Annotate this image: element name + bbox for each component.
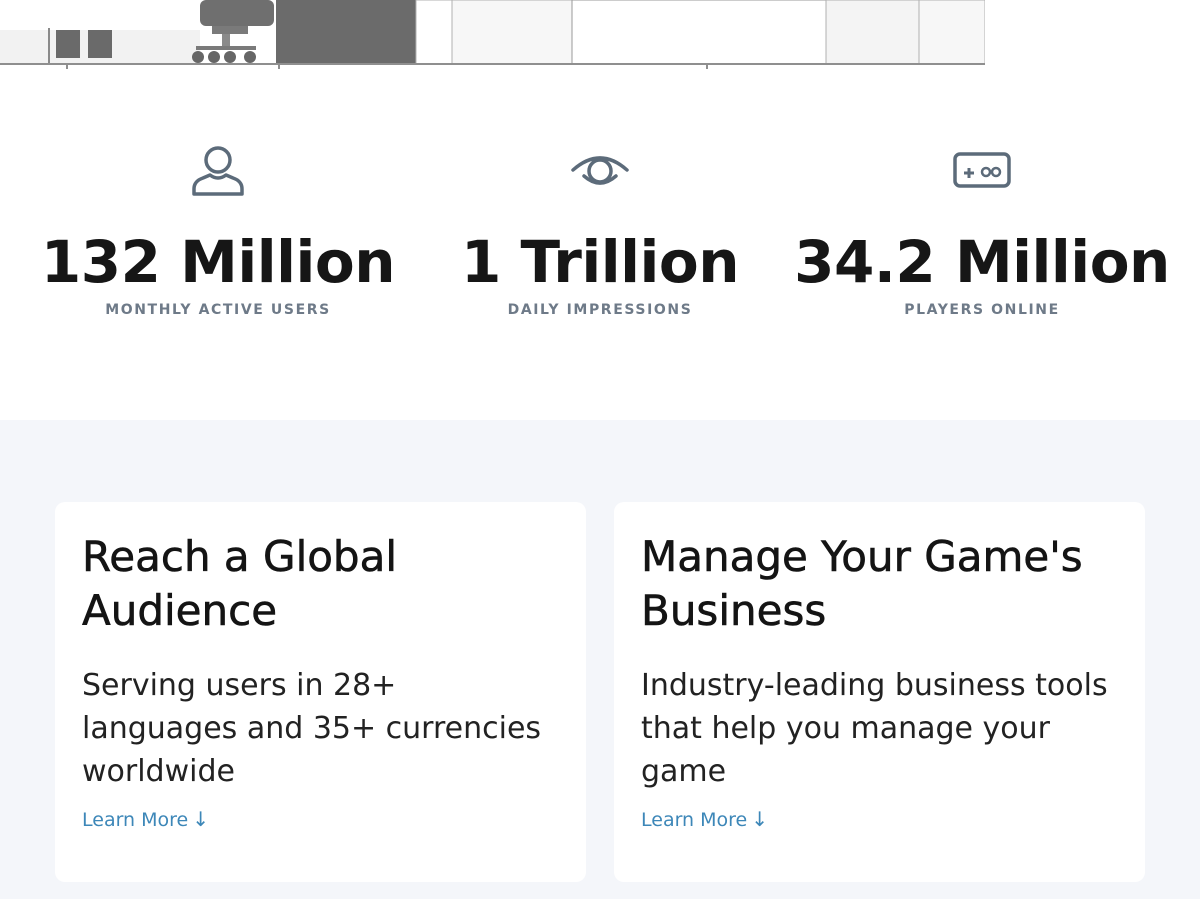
card-title: Manage Your Game's Business (641, 532, 1083, 636)
stat-label: MONTHLY ACTIVE USERS (105, 302, 331, 318)
stat-value: 34.2 Million (794, 228, 1170, 296)
card-description: Serving users in 28+ languages and 35+ c… (82, 668, 542, 789)
gamepad-icon (792, 140, 1172, 200)
stat-daily-impressions: 1 Trillion DAILY IMPRESSIONS (410, 140, 790, 318)
arrow-down-icon: ↓ (751, 807, 769, 831)
stat-label: PLAYERS ONLINE (904, 302, 1060, 318)
stat-players-online: 34.2 Million PLAYERS ONLINE (792, 140, 1172, 318)
stat-monthly-users: 132 Million MONTHLY ACTIVE USERS (28, 140, 408, 318)
stats-row: 132 Million MONTHLY ACTIVE USERS 1 Trill… (0, 140, 1200, 340)
learn-more-link[interactable]: Learn More ↓ (641, 807, 768, 831)
learn-more-link[interactable]: Learn More ↓ (82, 807, 209, 831)
learn-more-label: Learn More (82, 809, 189, 831)
office-illustration (0, 0, 985, 70)
card-description: Industry-leading business tools that hel… (641, 668, 1108, 789)
arrow-down-icon: ↓ (192, 807, 210, 831)
card-title: Reach a Global Audience (82, 532, 398, 636)
learn-more-label: Learn More (641, 809, 748, 831)
stat-value: 132 Million (40, 228, 396, 296)
person-icon (28, 140, 408, 200)
feature-card-manage-business: Manage Your Game's Business Industry-lea… (614, 502, 1145, 882)
stat-value: 1 Trillion (460, 228, 740, 296)
feature-card-global-audience: Reach a Global Audience Serving users in… (55, 502, 586, 882)
eye-icon (410, 140, 790, 200)
stat-label: DAILY IMPRESSIONS (507, 302, 693, 318)
features-section: Reach a Global Audience Serving users in… (0, 420, 1200, 899)
